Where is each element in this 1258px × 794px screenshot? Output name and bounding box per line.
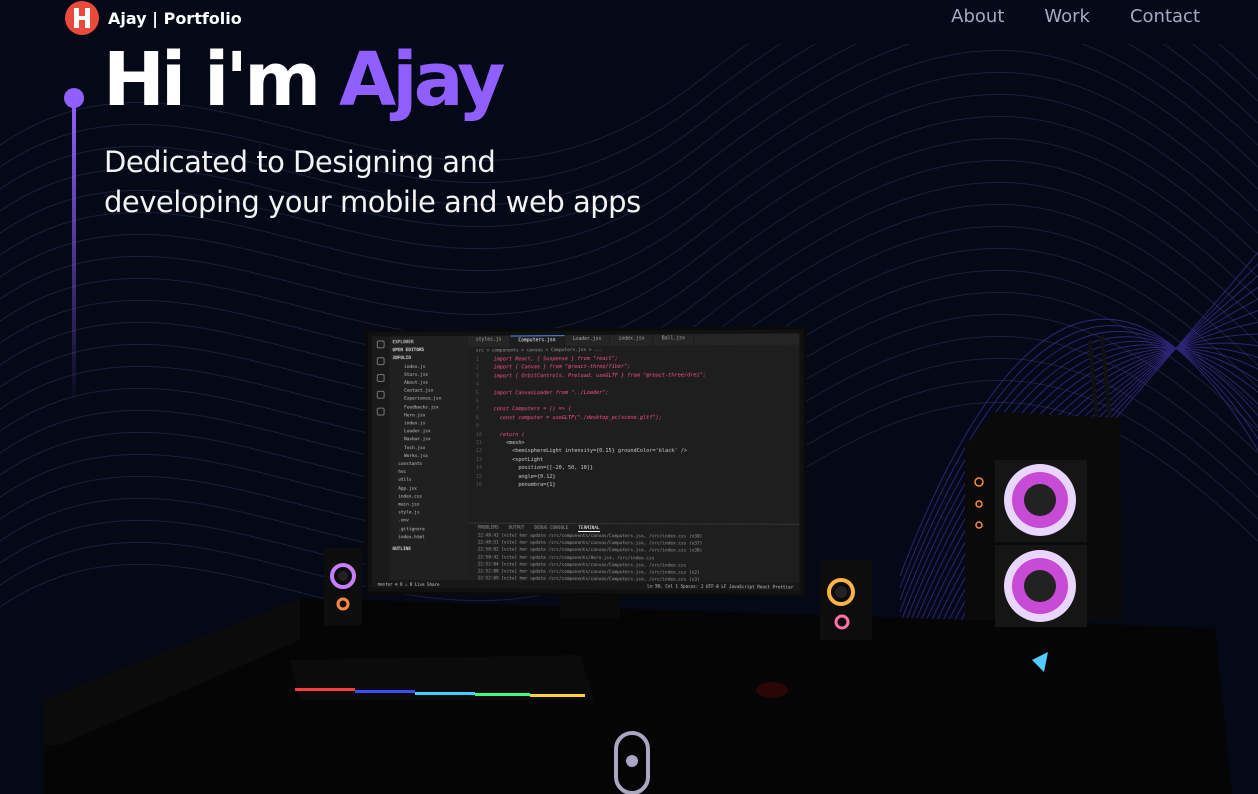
- file-item: main.jsx: [398, 502, 420, 508]
- debug-icon: [376, 390, 385, 399]
- file-item: style.js: [398, 510, 420, 516]
- keyboard: [290, 655, 594, 700]
- panel-tab: PROBLEMS: [477, 525, 499, 531]
- line-number: 3: [475, 373, 479, 380]
- source-control-icon: [376, 374, 385, 382]
- file-explorer: EXPLORER OPEN EDITORS 3DFOLIO index.js S…: [389, 335, 468, 589]
- file-item: Loader.jsx: [404, 429, 431, 435]
- code-editor: styles.js Computers.jsx Loader.jsx index…: [467, 333, 800, 590]
- code-text: <hemisphereLight intensity={0.15} ground…: [493, 448, 688, 455]
- page: Ajay | Portfolio About Work Contact Hi i…: [0, 0, 1258, 794]
- file-item: Hero.jsx: [404, 413, 426, 419]
- line-number: 13: [475, 456, 482, 463]
- status-bar: master ⊗ 0 ⚠ 0 Live Share Ln 50, Col 1 S…: [371, 579, 800, 591]
- line-number: 4: [475, 381, 479, 388]
- line-number: 16: [475, 481, 482, 488]
- code-line: 13 <spotLight: [476, 456, 800, 465]
- line-number: 8: [475, 415, 479, 422]
- files-icon: [376, 340, 385, 349]
- file-item: App.jsx: [398, 486, 417, 492]
- status-right: Ln 50, Col 1 Spaces: 2 UTF-8 LF JavaScri…: [647, 582, 794, 590]
- file-item: index.css: [398, 494, 423, 500]
- scroll-down-button[interactable]: [614, 731, 650, 794]
- panel-tab-active: TERMINAL: [578, 525, 600, 532]
- code-text: position={[-20, 50, 10]}: [493, 465, 593, 472]
- code-line: 16 penumbra={1}: [476, 481, 800, 490]
- code-text: const computer = useGLTF("./desktop_pc/s…: [493, 414, 662, 422]
- line-number: 2: [475, 364, 479, 371]
- code-text: <mesh>: [493, 440, 525, 447]
- monitor-screen: EXPLORER OPEN EDITORS 3DFOLIO index.js S…: [371, 333, 800, 591]
- code-text: import { OrbitControls, Preload, useGLTF…: [493, 372, 707, 380]
- code-line: 11 <mesh>: [476, 439, 800, 448]
- file-item: Experience.jsx: [404, 396, 442, 403]
- code-text: return (: [493, 431, 525, 438]
- line-number: 1: [475, 356, 479, 363]
- editor-tab: styles.js: [467, 335, 511, 347]
- folder-item: constants: [398, 462, 423, 467]
- left-speaker: [324, 548, 362, 626]
- file-item: index.html: [398, 535, 425, 541]
- status-left: master ⊗ 0 ⚠ 0 Live Share: [377, 581, 440, 587]
- file-item: About.jsx: [404, 380, 429, 386]
- mouse: [756, 682, 788, 698]
- right-speaker: [820, 560, 872, 640]
- extensions-icon: [376, 407, 385, 416]
- code-text: penumbra={1}: [493, 481, 556, 489]
- line-number: 11: [475, 440, 482, 447]
- code-text: import React, { Suspense } from "react";: [493, 355, 618, 363]
- editor-tab: Ball.jsx: [653, 334, 695, 346]
- line-number: 6: [475, 398, 479, 405]
- file-item: Feedbacks.jsx: [404, 405, 439, 411]
- editor-tab: Loader.jsx: [564, 334, 611, 347]
- file-item: Tech.jsx: [404, 445, 426, 451]
- line-number: 12: [475, 448, 482, 455]
- pc-tower: [965, 335, 1122, 627]
- file-item: .gitignore: [398, 526, 425, 533]
- scroll-dot: [626, 755, 638, 767]
- line-number: 9: [475, 423, 479, 430]
- search-icon: [376, 357, 385, 366]
- code-text: import CanvasLoader from "../Loader";: [493, 389, 609, 396]
- file-item: Works.jsx: [404, 453, 429, 459]
- panel-tab: DEBUG CONSOLE: [534, 525, 569, 531]
- editor-tab: index.jsx: [610, 334, 654, 346]
- code-area: 1 import React, { Suspense } from "react"…: [468, 354, 799, 524]
- line-number: 5: [475, 390, 479, 397]
- line-number: 14: [475, 465, 482, 472]
- folder-item: utils: [398, 478, 412, 484]
- code-line: 15 angle={0.12}: [476, 473, 800, 482]
- code-text: angle={0.12}: [493, 473, 556, 480]
- code-text: import { Canvas } from "@react-three/fib…: [493, 364, 631, 371]
- code-text: <spotLight: [493, 456, 544, 463]
- line-number: 7: [475, 406, 479, 413]
- file-item: Navbar.jsx: [404, 437, 431, 443]
- file-item: index.js: [404, 421, 426, 427]
- line-number: 10: [475, 431, 482, 438]
- code-line: 12 <hemisphereLight intensity={0.15} gro…: [476, 447, 800, 456]
- file-item: .env: [398, 518, 409, 524]
- folder-item: hoc: [398, 470, 407, 476]
- code-text: const Computers = () => {: [493, 406, 572, 413]
- panel-tab: OUTPUT: [508, 525, 525, 531]
- outline-label: OUTLINE: [392, 547, 411, 553]
- monitor: EXPLORER OPEN EDITORS 3DFOLIO index.js S…: [365, 326, 807, 598]
- code-line: 14 position={[-20, 50, 10]}: [476, 464, 800, 473]
- editor-tab-active: Computers.jsx: [510, 335, 565, 347]
- editor-activity-bar: [371, 336, 390, 588]
- file-item: Contact.jsx: [404, 388, 434, 394]
- line-number: 15: [475, 473, 482, 480]
